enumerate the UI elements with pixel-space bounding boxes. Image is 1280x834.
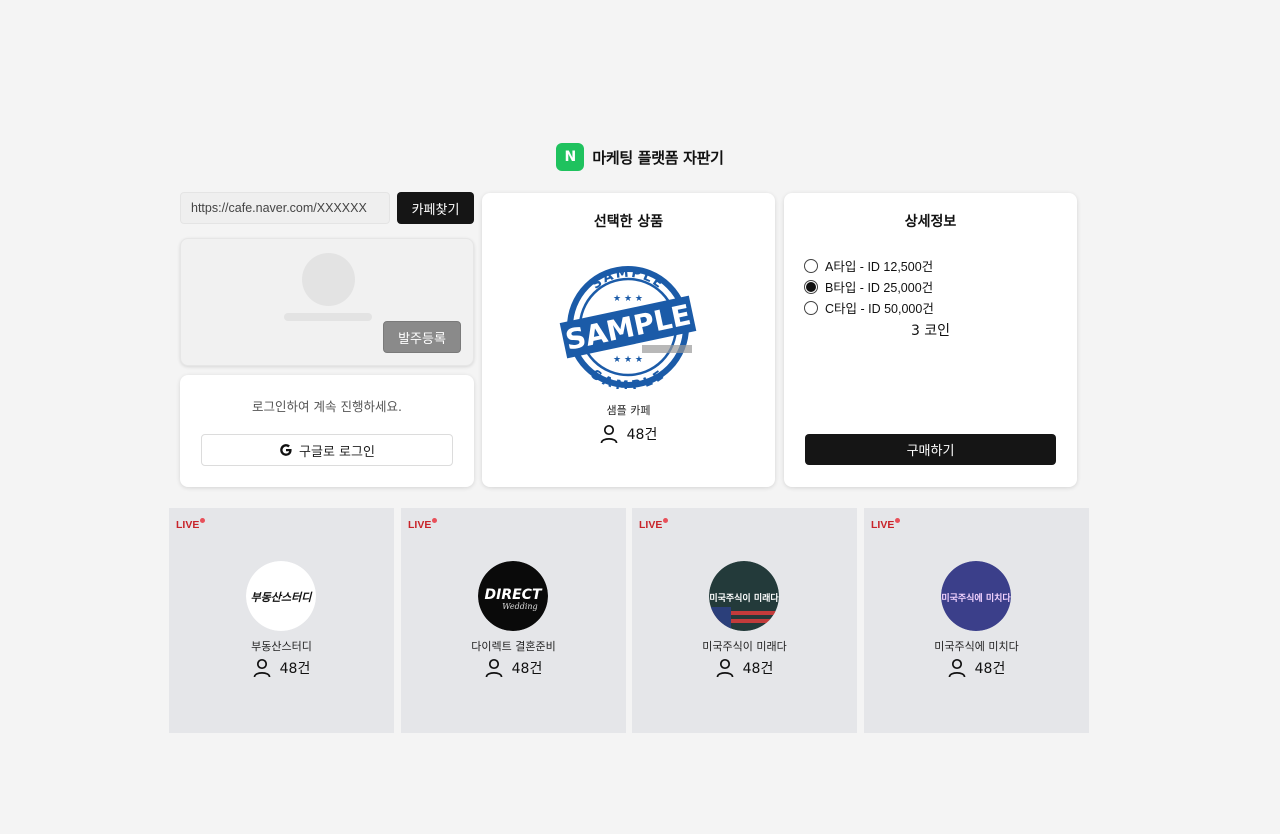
cafe-search-row: 카페찾기 xyxy=(180,192,474,224)
member-count: 48건 xyxy=(169,658,394,678)
svg-text:Wedding: Wedding xyxy=(502,602,537,611)
order-register-button[interactable]: 발주등록 xyxy=(383,321,461,353)
google-icon xyxy=(279,443,293,457)
live-dot-icon xyxy=(200,518,205,523)
svg-text:미국주식이 미래다: 미국주식이 미래다 xyxy=(709,592,779,604)
selected-product-card: 선택한 상품 SAMPLE SAMPLE SAMPLE ★ ★ ★ ★ ★ ★ … xyxy=(482,193,775,487)
live-badge: LIVE xyxy=(871,519,895,531)
live-card[interactable]: LIVE 미국주식이 미래다 미국주식이 미래다 48건 xyxy=(632,508,857,733)
type-options: A타입 - ID 12,500건 B타입 - ID 25,000건 C타입 - … xyxy=(804,255,934,318)
logo-badge: N xyxy=(556,143,585,171)
member-count-value: 48건 xyxy=(742,661,774,677)
live-card[interactable]: LIVE 부동산스터디 부동산스터디 48건 xyxy=(169,508,394,733)
avatar-placeholder xyxy=(302,253,355,306)
member-count-value: 48건 xyxy=(511,661,543,677)
person-icon xyxy=(485,658,503,678)
svg-text:SAMPLE: SAMPLE xyxy=(588,367,668,389)
profile-card: 발주등록 xyxy=(180,238,474,366)
member-count-value: 48건 xyxy=(279,661,311,677)
svg-text:SAMPLE: SAMPLE xyxy=(589,266,667,293)
sample-stamp-image: SAMPLE SAMPLE SAMPLE ★ ★ ★ ★ ★ ★ xyxy=(558,265,698,394)
svg-text:★ ★ ★: ★ ★ ★ xyxy=(613,355,643,365)
option-label: C타입 - ID 50,000건 xyxy=(825,302,934,316)
live-badge: LIVE xyxy=(639,519,663,531)
page-title: 마케팅 플랫폼 자판기 xyxy=(592,148,724,167)
svg-text:미국주식에 미치다: 미국주식에 미치다 xyxy=(941,592,1011,604)
svg-text:부동산스터디: 부동산스터디 xyxy=(251,591,314,604)
person-icon xyxy=(716,658,734,678)
live-card[interactable]: LIVE DIRECT Wedding 다이렉트 결혼준비 48건 xyxy=(401,508,626,733)
buy-button[interactable]: 구매하기 xyxy=(805,434,1056,465)
svg-text:DIRECT: DIRECT xyxy=(485,587,543,603)
radio-circle[interactable] xyxy=(804,258,818,273)
name-placeholder xyxy=(284,313,372,321)
selected-product-title: 선택한 상품 xyxy=(593,214,664,230)
live-dot-icon xyxy=(432,518,437,523)
live-dot-icon xyxy=(895,518,900,523)
member-count: 48건 xyxy=(864,658,1089,678)
cafe-avatar: 미국주식이 미래다 xyxy=(709,561,779,631)
member-count-value: 48건 xyxy=(626,427,658,443)
radio-circle-selected[interactable] xyxy=(804,279,818,294)
svg-text:★ ★ ★: ★ ★ ★ xyxy=(613,294,643,304)
option-c-radio[interactable]: C타입 - ID 50,000건 xyxy=(804,297,934,318)
option-b-radio[interactable]: B타입 - ID 25,000건 xyxy=(804,276,934,297)
find-cafe-button[interactable]: 카페찾기 xyxy=(397,192,474,224)
person-icon xyxy=(948,658,966,678)
cafe-name: 부동산스터디 xyxy=(251,640,312,653)
radio-circle[interactable] xyxy=(804,300,818,315)
detail-info-card: 상세정보 A타입 - ID 12,500건 B타입 - ID 25,000건 C… xyxy=(784,193,1077,487)
coin-price: 3 코인 xyxy=(910,323,951,339)
member-count: 48건 xyxy=(401,658,626,678)
person-icon xyxy=(600,424,618,444)
option-label: B타입 - ID 25,000건 xyxy=(825,281,934,295)
live-dot-icon xyxy=(663,518,668,523)
selected-cafe-name: 샘플 카페 xyxy=(606,404,651,417)
live-badge: LIVE xyxy=(408,519,432,531)
cafe-name: 미국주식이 미래다 xyxy=(702,640,787,653)
login-card: 로그인하여 계속 진행하세요. 구글로 로그인 xyxy=(180,375,474,487)
option-a-radio[interactable]: A타입 - ID 12,500건 xyxy=(804,255,934,276)
login-message: 로그인하여 계속 진행하세요. xyxy=(252,399,402,414)
cafe-avatar: 미국주식에 미치다 xyxy=(941,561,1011,631)
cafe-avatar: DIRECT Wedding xyxy=(478,561,548,631)
member-count: 48건 xyxy=(632,658,857,678)
selected-member-count: 48건 xyxy=(482,424,775,444)
cafe-avatar: 부동산스터디 xyxy=(246,561,316,631)
person-icon xyxy=(253,658,271,678)
cafe-name: 미국주식에 미치다 xyxy=(934,640,1019,653)
member-count-value: 48건 xyxy=(974,661,1006,677)
google-login-button[interactable]: 구글로 로그인 xyxy=(201,434,453,466)
cafe-url-input[interactable] xyxy=(180,192,390,224)
cafe-name: 다이렉트 결혼준비 xyxy=(471,640,556,653)
detail-info-title: 상세정보 xyxy=(904,214,957,230)
option-label: A타입 - ID 12,500건 xyxy=(825,260,934,274)
page-header: N 마케팅 플랫폼 자판기 xyxy=(0,143,1280,171)
live-card[interactable]: LIVE 미국주식에 미치다 미국주식에 미치다 48건 xyxy=(864,508,1089,733)
google-login-label: 구글로 로그인 xyxy=(299,444,375,460)
live-badge: LIVE xyxy=(176,519,200,531)
